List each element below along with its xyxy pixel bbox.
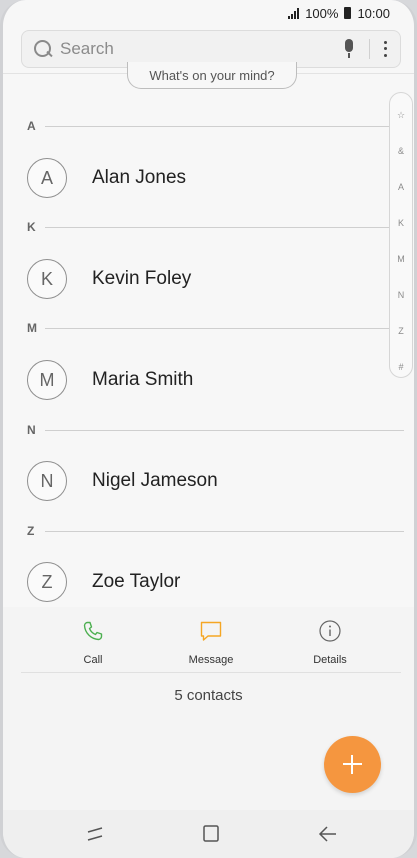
- index-item-a[interactable]: A: [390, 182, 412, 192]
- section-letter: Z: [27, 524, 35, 538]
- profile-prompt[interactable]: What's on your mind?: [127, 62, 297, 89]
- section-divider: [45, 530, 404, 532]
- battery-percent: 100%: [305, 5, 339, 21]
- contact-name: Kevin Foley: [92, 268, 192, 289]
- navigation-bar: [3, 810, 414, 858]
- section-letter: A: [27, 119, 36, 133]
- message-icon: [200, 621, 222, 641]
- search-icon: [32, 38, 54, 60]
- section-letter: N: [27, 423, 36, 437]
- alphabet-index-bar[interactable]: ☆ & A K M N Z #: [389, 92, 413, 378]
- section-header-z: Z: [27, 524, 404, 538]
- contact-row[interactable]: Z Zoe Taylor: [27, 562, 180, 602]
- contact-row[interactable]: A Alan Jones: [27, 158, 186, 198]
- search-divider: [369, 39, 370, 59]
- info-icon: [319, 620, 341, 642]
- section-header-n: N: [27, 423, 404, 437]
- section-divider: [45, 226, 389, 228]
- add-contact-button[interactable]: [324, 736, 381, 793]
- call-button[interactable]: Call: [53, 619, 133, 666]
- index-item-favorites[interactable]: ☆: [390, 110, 412, 121]
- contacts-screen: 100% 10:00 Search What's on your mind? A…: [0, 0, 417, 858]
- avatar: A: [27, 158, 67, 198]
- back-icon[interactable]: [316, 823, 340, 845]
- index-item-hash[interactable]: #: [390, 362, 412, 372]
- section-divider: [45, 327, 389, 329]
- section-header-k: K: [27, 220, 404, 234]
- mic-icon[interactable]: [339, 37, 359, 61]
- contact-name: Maria Smith: [92, 369, 194, 390]
- avatar: M: [27, 360, 67, 400]
- section-divider: [45, 125, 389, 127]
- home-icon[interactable]: [199, 823, 223, 845]
- avatar: Z: [27, 562, 67, 602]
- contact-row[interactable]: N Nigel Jameson: [27, 461, 218, 501]
- index-item-n[interactable]: N: [390, 290, 412, 300]
- index-item-k[interactable]: K: [390, 218, 412, 228]
- details-button[interactable]: Details: [290, 619, 370, 666]
- actions-divider: [21, 672, 401, 673]
- message-button[interactable]: Message: [171, 619, 251, 666]
- contact-name: Alan Jones: [92, 167, 187, 188]
- contact-name: Zoe Taylor: [92, 571, 181, 592]
- avatar: N: [27, 461, 67, 501]
- index-item-m[interactable]: M: [390, 254, 412, 264]
- index-item-z[interactable]: Z: [390, 326, 412, 336]
- contact-row[interactable]: M Maria Smith: [27, 360, 193, 400]
- recents-icon[interactable]: [83, 823, 107, 845]
- contact-count: 5 contacts: [174, 687, 243, 704]
- message-label: Message: [188, 654, 234, 666]
- contact-row[interactable]: K Kevin Foley: [27, 259, 191, 299]
- details-label: Details: [313, 654, 347, 666]
- section-letter: M: [27, 321, 37, 335]
- phone-icon: [83, 621, 103, 641]
- index-item-symbols[interactable]: &: [390, 146, 412, 156]
- battery-icon: [344, 7, 352, 19]
- contact-name: Nigel Jameson: [92, 470, 218, 491]
- clock: 10:00: [357, 5, 390, 21]
- section-letter: K: [27, 220, 36, 234]
- avatar: K: [27, 259, 67, 299]
- status-bar: 100% 10:00: [3, 0, 414, 26]
- section-header-m: M: [27, 321, 404, 335]
- call-label: Call: [83, 654, 103, 666]
- signal-icon: [288, 7, 300, 19]
- section-header-a: A: [27, 119, 404, 133]
- search-input[interactable]: Search: [60, 39, 339, 59]
- more-options-icon[interactable]: [380, 39, 390, 59]
- section-divider: [45, 429, 404, 431]
